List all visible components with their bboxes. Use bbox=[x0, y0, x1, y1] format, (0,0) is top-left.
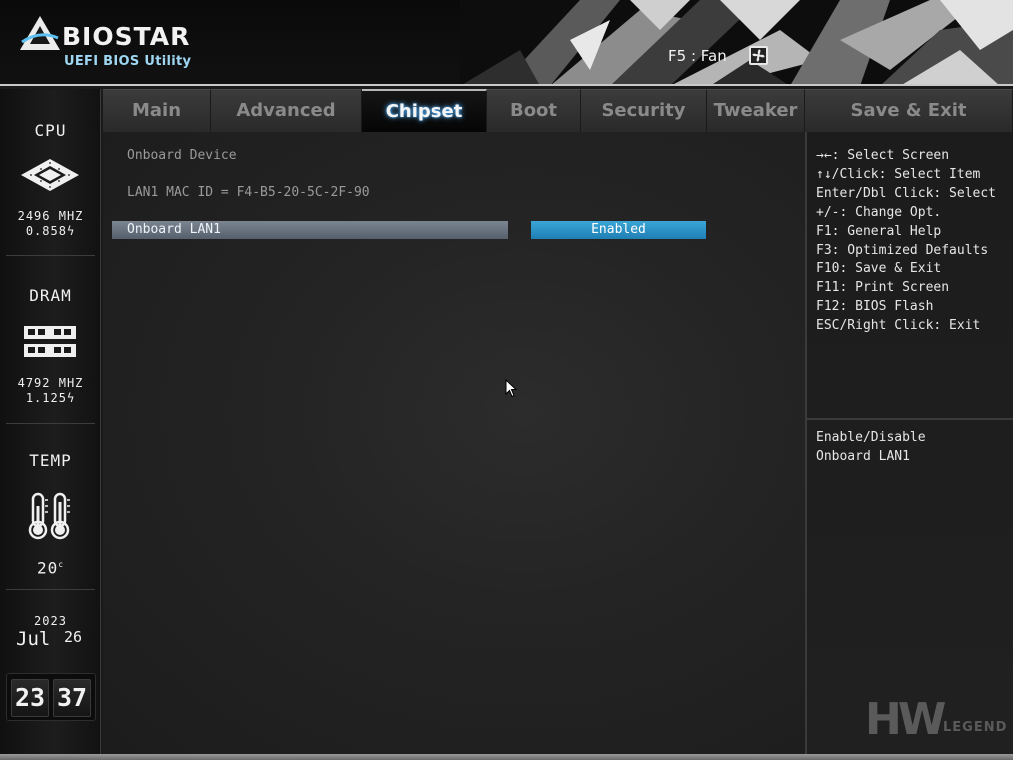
biostar-logo-icon bbox=[20, 16, 60, 50]
help-key-select-item: ↑↓/Click: Select Item bbox=[816, 167, 981, 182]
thermometer-icon bbox=[28, 492, 70, 540]
watermark-mark: HW bbox=[865, 694, 946, 745]
settings-panel: Onboard Device LAN1 MAC ID = F4-B5-20-5C… bbox=[103, 132, 805, 754]
date-year: 2023 bbox=[34, 614, 67, 628]
watermark-text: LEGEND bbox=[943, 720, 1008, 735]
bios-subtitle: UEFI BIOS Utility bbox=[64, 54, 192, 69]
help-divider bbox=[807, 418, 1013, 420]
voltage-bolt-icon: ϟ bbox=[66, 224, 76, 238]
date-day: 26 bbox=[64, 628, 83, 646]
sidebar-divider bbox=[6, 423, 95, 424]
dram-frequency: 4792 MHZ bbox=[17, 376, 84, 390]
help-key-f11: F11: Print Screen bbox=[816, 280, 950, 295]
fan-icon[interactable] bbox=[749, 46, 768, 65]
clock-display: 23 37 bbox=[6, 673, 96, 721]
fan-shortcut-hint[interactable]: F5 : Fan bbox=[668, 47, 727, 65]
help-key-f10: F10: Save & Exit bbox=[816, 261, 942, 276]
header-divider bbox=[0, 84, 1013, 86]
clock-hours: 23 bbox=[11, 679, 49, 717]
help-key-change-opt: +/-: Change Opt. bbox=[816, 205, 942, 220]
date-month: Jul bbox=[16, 628, 51, 650]
voltage-bolt-icon: ϟ bbox=[66, 391, 76, 405]
tab-main[interactable]: Main bbox=[103, 89, 211, 132]
help-panel: →←: Select Screen ↑↓/Click: Select Item … bbox=[807, 132, 1013, 754]
bottom-bar bbox=[0, 754, 1013, 760]
decorative-shards-graphic bbox=[460, 0, 1013, 86]
cpu-label: CPU bbox=[34, 121, 67, 140]
hardware-monitor-sidebar: CPU 2496 MHZ 0.858ϟ DRAM 4792 MHZ 1.125ϟ… bbox=[0, 89, 101, 754]
temperature-value: 20c bbox=[0, 557, 101, 578]
header-banner: BIOSTAR UEFI BIOS Utility F5 : Fan bbox=[0, 0, 1013, 86]
tab-advanced[interactable]: Advanced bbox=[211, 89, 362, 132]
temp-label: TEMP bbox=[29, 451, 72, 470]
help-description-line: Onboard LAN1 bbox=[816, 449, 910, 464]
dram-voltage-value: 1.125 bbox=[25, 391, 67, 405]
section-title: Onboard Device bbox=[127, 148, 237, 163]
help-key-f3: F3: Optimized Defaults bbox=[816, 243, 989, 258]
tab-security[interactable]: Security bbox=[581, 89, 707, 132]
onboard-lan1-option[interactable]: Onboard LAN1 bbox=[112, 221, 508, 239]
onboard-lan1-label: Onboard LAN1 bbox=[127, 222, 221, 237]
sidebar-divider bbox=[6, 589, 95, 590]
memory-module-icon bbox=[24, 326, 76, 357]
tab-boot[interactable]: Boot bbox=[487, 89, 581, 132]
fan-blades-icon bbox=[752, 49, 765, 62]
onboard-lan1-value[interactable]: Enabled bbox=[531, 221, 706, 239]
clock-minutes: 37 bbox=[53, 679, 91, 717]
temperature-unit: c bbox=[58, 560, 65, 569]
dram-label: DRAM bbox=[29, 286, 72, 305]
help-key-f1: F1: General Help bbox=[816, 224, 942, 239]
help-description-line: Enable/Disable bbox=[816, 430, 926, 445]
cpu-frequency: 2496 MHZ bbox=[17, 209, 84, 223]
cpu-chip-icon bbox=[21, 159, 79, 191]
tab-save-exit[interactable]: Save & Exit bbox=[805, 89, 1013, 132]
tab-tweaker[interactable]: Tweaker bbox=[707, 89, 805, 132]
mouse-pointer-icon bbox=[505, 379, 517, 398]
help-key-f12: F12: BIOS Flash bbox=[816, 299, 934, 314]
help-key-enter: Enter/Dbl Click: Select bbox=[816, 186, 997, 201]
temperature-number: 20 bbox=[36, 558, 59, 578]
cpu-voltage-value: 0.858 bbox=[25, 224, 67, 238]
help-key-select-screen: →←: Select Screen bbox=[816, 148, 950, 163]
tab-chipset[interactable]: Chipset bbox=[362, 89, 487, 132]
dram-voltage: 1.125ϟ bbox=[0, 391, 101, 406]
sidebar-divider bbox=[6, 255, 95, 256]
brand-name: BIOSTAR bbox=[62, 22, 191, 51]
menu-tabs: Main Advanced Chipset Boot Security Twea… bbox=[103, 89, 1013, 132]
mac-address-line: LAN1 MAC ID = F4-B5-20-5C-2F-90 bbox=[127, 185, 370, 200]
cpu-voltage: 0.858ϟ bbox=[0, 224, 101, 239]
help-key-esc: ESC/Right Click: Exit bbox=[816, 318, 981, 333]
watermark-logo: HW LEGEND bbox=[865, 694, 1010, 752]
